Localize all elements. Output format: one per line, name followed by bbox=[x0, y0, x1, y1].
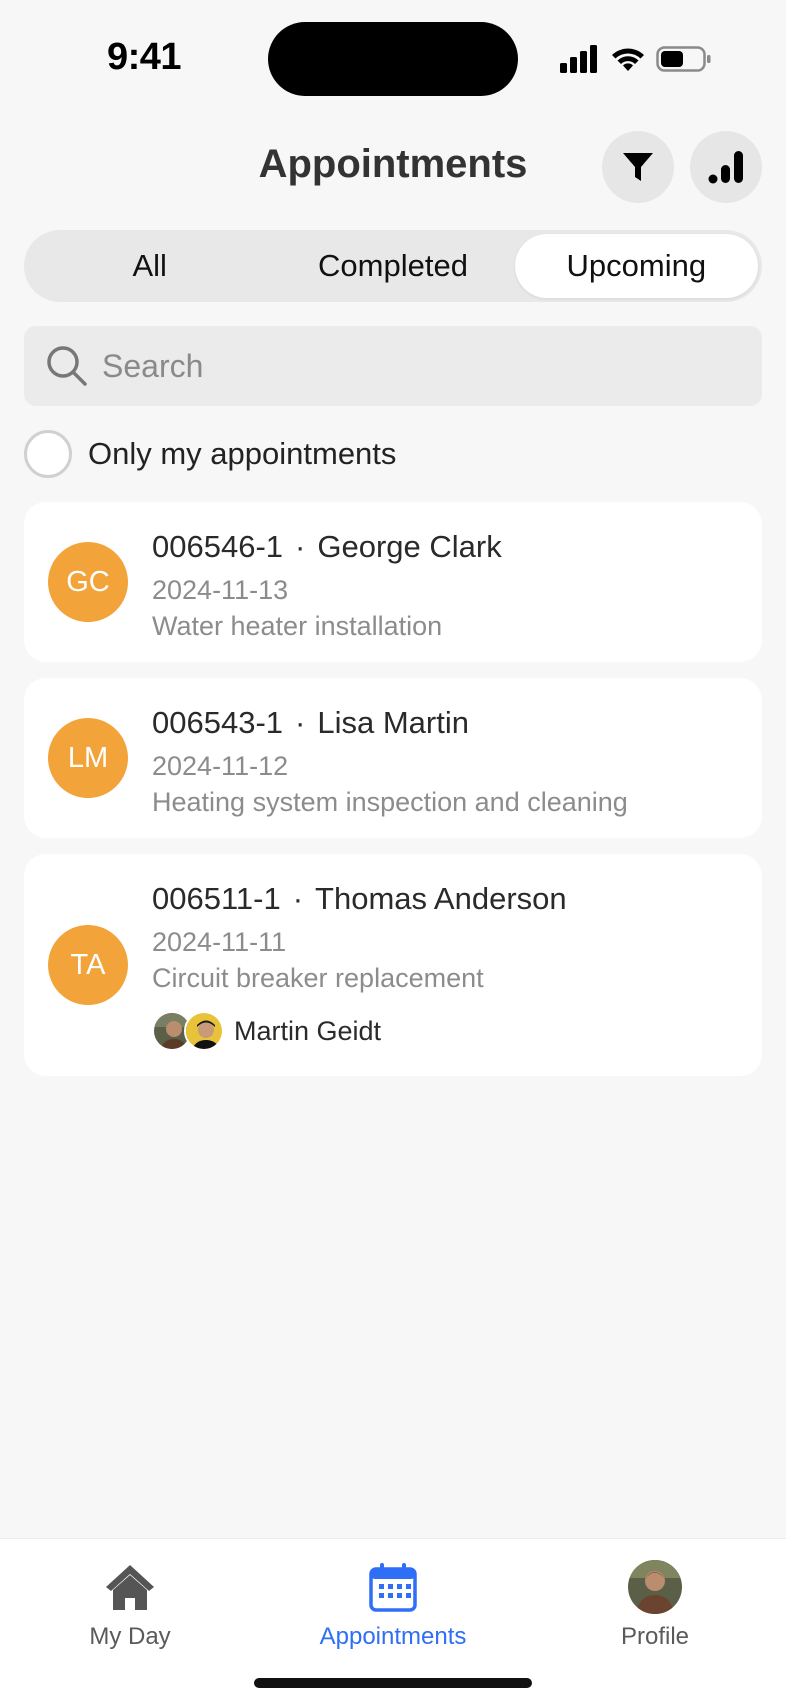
appointment-filter-tabs: All Completed Upcoming bbox=[24, 230, 762, 302]
customer-name: Thomas Anderson bbox=[315, 881, 567, 916]
appointment-title: 006546-1 · George Clark bbox=[152, 526, 742, 568]
appointment-description: Heating system inspection and cleaning bbox=[152, 787, 628, 817]
customer-avatar: GC bbox=[48, 542, 128, 622]
nav-my-day-label: My Day bbox=[89, 1623, 171, 1650]
cellular-signal-icon bbox=[560, 45, 597, 73]
tab-upcoming[interactable]: Upcoming bbox=[514, 234, 758, 298]
bar-chart-icon bbox=[708, 151, 743, 184]
sort-button[interactable] bbox=[690, 131, 762, 203]
nav-appointments[interactable]: Appointments bbox=[293, 1559, 493, 1659]
title-separator: · bbox=[292, 881, 304, 916]
appointment-card[interactable]: TA 006511-1 · Thomas Anderson 2024-11-11 C… bbox=[24, 854, 762, 1076]
appointment-details: 006511-1 · Thomas Anderson 2024-11-11 Circ… bbox=[152, 878, 742, 1052]
appointment-number: 006511-1 bbox=[152, 881, 281, 916]
appointment-details: 006543-1 · Lisa Martin 2024-11-12 Heating … bbox=[152, 702, 742, 820]
dynamic-island bbox=[268, 22, 518, 96]
customer-avatar: LM bbox=[48, 718, 128, 798]
only-my-appointments-radio[interactable] bbox=[24, 430, 72, 478]
appointment-date: 2024-11-11 bbox=[152, 927, 287, 957]
search-icon bbox=[47, 346, 87, 386]
appointment-description: Water heater installation bbox=[152, 611, 443, 641]
appointment-description: Circuit breaker replacement bbox=[152, 963, 484, 993]
filter-button[interactable] bbox=[602, 131, 674, 203]
only-my-appointments-label: Only my appointments bbox=[88, 436, 397, 471]
assignee-name: Martin Geidt bbox=[234, 1015, 382, 1046]
appointment-number: 006543-1 bbox=[152, 705, 284, 740]
home-indicator bbox=[254, 1678, 532, 1688]
nav-profile[interactable]: Profile bbox=[555, 1559, 755, 1659]
only-my-appointments-toggle[interactable]: Only my appointments bbox=[24, 430, 396, 478]
customer-name: George Clark bbox=[317, 529, 502, 564]
appointment-title: 006543-1 · Lisa Martin bbox=[152, 702, 742, 744]
appointment-date: 2024-11-12 bbox=[152, 751, 289, 781]
customer-name: Lisa Martin bbox=[317, 705, 469, 740]
profile-avatar bbox=[628, 1560, 682, 1614]
battery-icon bbox=[656, 46, 711, 72]
search-input[interactable] bbox=[102, 347, 722, 385]
nav-my-day[interactable]: My Day bbox=[30, 1559, 230, 1659]
appointment-card[interactable]: GC 006546-1 · George Clark 2024-11-13 Wate… bbox=[24, 502, 762, 662]
home-icon bbox=[102, 1559, 158, 1615]
assignees: Martin Geidt bbox=[152, 1010, 742, 1052]
appointment-details: 006546-1 · George Clark 2024-11-13 Water h… bbox=[152, 526, 742, 644]
title-separator: · bbox=[295, 705, 306, 740]
nav-profile-label: Profile bbox=[620, 1623, 690, 1650]
wifi-icon bbox=[612, 48, 644, 71]
title-separator: · bbox=[295, 529, 306, 564]
appointment-number: 006546-1 bbox=[152, 529, 284, 564]
status-bar: 9:41 bbox=[0, 0, 786, 118]
assignee-avatar bbox=[184, 1011, 224, 1051]
header: Appointments bbox=[0, 128, 786, 204]
nav-appointments-label: Appointments bbox=[319, 1623, 467, 1650]
tab-all[interactable]: All bbox=[28, 234, 271, 298]
filter-funnel-icon bbox=[623, 153, 653, 181]
search-bar bbox=[24, 326, 762, 406]
status-time: 9:41 bbox=[106, 36, 182, 78]
appointment-date: 2024-11-13 bbox=[152, 575, 289, 605]
tab-completed[interactable]: Completed bbox=[271, 234, 514, 298]
appointment-title: 006511-1 · Thomas Anderson bbox=[152, 878, 742, 920]
calendar-icon bbox=[365, 1559, 421, 1615]
status-icons bbox=[560, 40, 712, 78]
profile-avatar-wrapper bbox=[627, 1559, 683, 1615]
customer-avatar: TA bbox=[48, 925, 128, 1005]
appointment-card[interactable]: LM 006543-1 · Lisa Martin 2024-11-12 Heati… bbox=[24, 678, 762, 838]
